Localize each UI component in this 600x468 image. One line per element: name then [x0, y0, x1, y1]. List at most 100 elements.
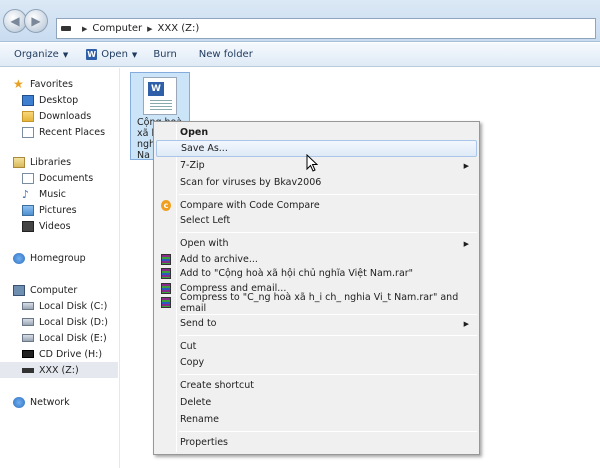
pictures-icon	[22, 204, 34, 216]
menu-item-delete[interactable]: Delete	[156, 394, 477, 411]
hard-disk-icon	[22, 302, 34, 310]
menu-separator	[179, 335, 477, 336]
menu-item-rename[interactable]: Rename	[156, 411, 477, 428]
menu-item-send-to[interactable]: Send to ▶	[156, 315, 477, 332]
nav-downloads[interactable]: Downloads	[22, 108, 91, 124]
address-bar-region: ◀ ▶ ▶ Computer ▶ XXX (Z:)	[0, 0, 600, 42]
open-button[interactable]: W Open ▼	[86, 49, 137, 60]
nav-local-disk-d[interactable]: Local Disk (D:)	[22, 314, 108, 330]
menu-send-to-label: Send to	[180, 318, 217, 329]
menu-properties-label: Properties	[180, 437, 229, 448]
menu-separator	[179, 232, 477, 233]
organize-button[interactable]: Organize ▼	[14, 49, 68, 60]
nav-xxx-z[interactable]: XXX (Z:)	[0, 362, 118, 378]
chevron-right-icon[interactable]: ▶	[82, 25, 87, 33]
hard-disk-icon	[22, 334, 34, 342]
breadcrumb-xxx-z[interactable]: XXX (Z:)	[158, 23, 200, 34]
nav-pictures-label: Pictures	[39, 204, 77, 216]
nav-videos[interactable]: Videos	[22, 218, 71, 234]
menu-copy-label: Copy	[180, 357, 205, 368]
new-folder-button[interactable]: New folder	[199, 49, 253, 60]
menu-rename-label: Rename	[180, 414, 219, 425]
nav-local-d-label: Local Disk (D:)	[39, 316, 108, 328]
nav-computer-label: Computer	[30, 284, 78, 296]
nav-cd-drive-h[interactable]: CD Drive (H:)	[22, 346, 102, 362]
homegroup-icon	[13, 252, 25, 264]
menu-item-compress-to-rar-email[interactable]: Compress to "C_ng hoà xã h_i ch_ nghia V…	[156, 291, 477, 314]
forward-button[interactable]: ▶	[24, 9, 48, 33]
nav-network[interactable]: Network	[13, 394, 70, 410]
nav-computer[interactable]: Computer	[13, 282, 77, 298]
nav-libraries-label: Libraries	[30, 156, 72, 168]
nav-pictures[interactable]: Pictures	[22, 202, 77, 218]
menu-item-properties[interactable]: Properties	[156, 434, 477, 451]
nav-videos-label: Videos	[39, 220, 71, 232]
menu-add-to-rar-label: Add to "Cộng hoà xã hội chủ nghĩa Việt N…	[180, 268, 414, 279]
nav-libraries[interactable]: Libraries	[13, 154, 71, 170]
menu-item-open[interactable]: Open	[156, 124, 477, 141]
nav-homegroup[interactable]: Homegroup	[13, 250, 86, 266]
chevron-down-icon: ▼	[62, 50, 69, 59]
menu-create-shortcut-label: Create shortcut	[180, 380, 254, 391]
menu-item-cut[interactable]: Cut	[156, 338, 477, 355]
hard-disk-icon	[22, 318, 34, 326]
menu-item-select-left[interactable]: Select Left	[156, 212, 477, 229]
menu-add-archive-label: Add to archive...	[180, 254, 258, 265]
burn-button[interactable]: Burn	[153, 49, 176, 60]
nav-recent-places-label: Recent Places	[39, 126, 106, 138]
menu-item-open-with[interactable]: Open with ▶	[156, 235, 477, 252]
submenu-arrow-icon: ▶	[463, 319, 469, 328]
nav-favorites[interactable]: ★ Favorites	[13, 76, 73, 92]
desktop-icon	[22, 94, 34, 106]
menu-compare-label: Compare with Code Compare	[180, 200, 320, 211]
menu-cut-label: Cut	[180, 341, 197, 352]
command-bar: Organize ▼ W Open ▼ Burn New folder	[0, 43, 600, 67]
menu-item-create-shortcut[interactable]: Create shortcut	[156, 377, 477, 394]
menu-scan-label: Scan for viruses by Bkav2006	[180, 177, 322, 188]
nav-recent-places[interactable]: Recent Places	[22, 124, 105, 140]
nav-cd-drive-label: CD Drive (H:)	[39, 348, 103, 360]
nav-documents[interactable]: Documents	[22, 170, 93, 186]
menu-delete-label: Delete	[180, 397, 212, 408]
menu-select-left-label: Select Left	[180, 215, 231, 226]
menu-item-scan-bkav[interactable]: Scan for viruses by Bkav2006	[156, 174, 477, 191]
menu-separator	[179, 374, 477, 375]
nav-documents-label: Documents	[39, 172, 94, 184]
nav-local-c-label: Local Disk (C:)	[39, 300, 108, 312]
word-document-icon: W	[143, 77, 177, 115]
winrar-icon	[161, 283, 171, 294]
address-bar[interactable]: ▶ Computer ▶ XXX (Z:)	[56, 18, 596, 39]
drive-icon	[61, 26, 71, 31]
new-folder-label: New folder	[198, 49, 253, 60]
winrar-icon	[161, 268, 171, 279]
open-label: Open	[101, 49, 128, 60]
menu-item-copy[interactable]: Copy	[156, 354, 477, 371]
documents-icon	[22, 172, 34, 184]
menu-open-with-label: Open with	[180, 238, 229, 249]
mouse-cursor-icon	[306, 154, 318, 172]
libraries-icon	[13, 156, 25, 168]
computer-icon	[13, 284, 25, 296]
nav-music[interactable]: ♪ Music	[22, 186, 66, 202]
nav-favorites-label: Favorites	[30, 78, 73, 90]
word-logo-icon: W	[148, 82, 164, 96]
submenu-arrow-icon: ▶	[463, 161, 469, 170]
nav-homegroup-label: Homegroup	[30, 252, 86, 264]
nav-local-disk-c[interactable]: Local Disk (C:)	[22, 298, 107, 314]
chevron-right-icon[interactable]: ▶	[147, 25, 152, 33]
network-icon	[13, 396, 25, 408]
recent-places-icon	[22, 126, 34, 138]
winrar-icon	[161, 254, 171, 265]
forward-arrow-icon: ▶	[31, 14, 41, 28]
downloads-folder-icon	[22, 110, 34, 122]
back-arrow-icon: ◀	[10, 14, 20, 28]
menu-compress-rar-email-label: Compress to "C_ng hoà xã h_i ch_ nghia V…	[180, 291, 459, 314]
nav-local-disk-e[interactable]: Local Disk (E:)	[22, 330, 107, 346]
burn-label: Burn	[153, 49, 177, 60]
nav-desktop[interactable]: Desktop	[22, 92, 78, 108]
breadcrumb-computer[interactable]: Computer	[92, 23, 142, 34]
menu-open-label: Open	[180, 127, 209, 138]
menu-separator	[179, 194, 477, 195]
music-icon: ♪	[22, 187, 30, 201]
word-icon: W	[86, 49, 98, 60]
